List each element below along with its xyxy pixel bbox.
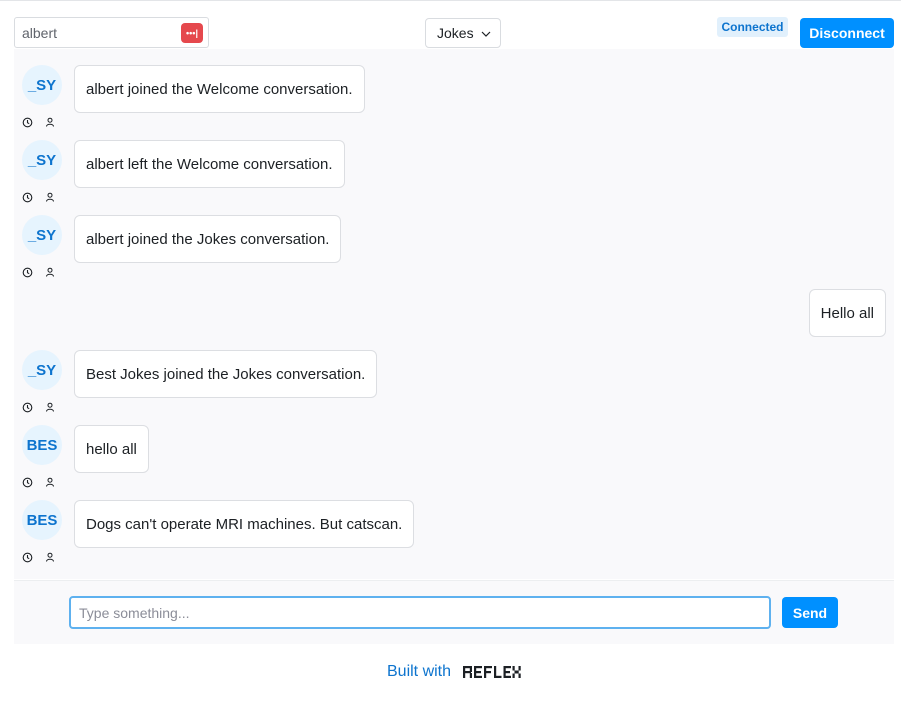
room-select[interactable]: Jokes <box>425 18 501 48</box>
status-badge: Connected <box>717 17 788 37</box>
avatar: BES <box>22 425 62 465</box>
disconnect-button[interactable]: Disconnect <box>800 18 894 48</box>
message-item: BES Dogs can't operate MRI machines. But… <box>14 484 894 563</box>
avatar: _SY <box>22 215 62 255</box>
send-button[interactable]: Send <box>782 597 838 628</box>
avatar: _SY <box>22 140 62 180</box>
user-icon <box>46 267 54 277</box>
avatar: _SY <box>22 350 62 390</box>
message-bubble: Best Jokes joined the Jokes conversation… <box>74 350 378 398</box>
built-with-text: Built with <box>387 663 452 680</box>
username-field[interactable]: •••| <box>14 17 209 48</box>
message-bubble: albert joined the Jokes conversation. <box>74 215 342 263</box>
message-list[interactable]: _SY albert joined the Welcome conversati… <box>14 49 894 579</box>
room-select-value: Jokes <box>437 25 474 41</box>
message-bubble: albert left the Welcome conversation. <box>74 140 345 188</box>
avatar: BES <box>22 500 62 540</box>
message-input[interactable] <box>69 596 771 629</box>
avatar: _SY <box>22 65 62 105</box>
composer-bar: Send <box>14 580 894 644</box>
message-bubble: Hello all <box>808 289 886 337</box>
message-item: _SY Best Jokes joined the Jokes conversa… <box>14 334 894 413</box>
message-bubble: Dogs can't operate MRI machines. But cat… <box>74 500 415 548</box>
password-manager-icon[interactable]: •••| <box>181 23 203 43</box>
footer: Built with <box>387 661 521 683</box>
message-item: _SY albert joined the Jokes conversation… <box>14 199 894 278</box>
message-item: _SY albert left the Welcome conversation… <box>14 124 894 203</box>
clock-icon <box>22 552 33 563</box>
message-bubble: hello all <box>74 425 149 473</box>
message-bubble: albert joined the Welcome conversation. <box>74 65 365 113</box>
reflex-logo[interactable] <box>463 665 521 679</box>
user-icon <box>46 552 54 562</box>
reflex-logo-icon <box>463 666 521 678</box>
chevron-down-icon <box>481 31 491 37</box>
clock-icon <box>22 267 33 278</box>
message-item: _SY albert joined the Welcome conversati… <box>14 49 894 128</box>
top-border <box>0 0 901 1</box>
username-input[interactable] <box>22 24 172 42</box>
message-item: BES hello all <box>14 409 894 488</box>
